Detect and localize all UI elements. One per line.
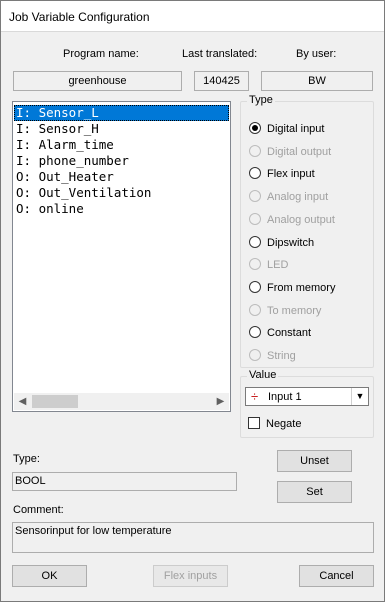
flex-inputs-button: Flex inputs <box>153 565 228 587</box>
type-value-field: BOOL <box>12 472 237 491</box>
type-option-label: Dipswitch <box>267 236 315 249</box>
type-option-from-memory[interactable]: From memory <box>249 280 335 296</box>
type-groupbox: Type Digital input Digital output Flex inp… <box>240 94 374 368</box>
job-variable-configuration-dialog: Job Variable Configuration Program name:… <box>0 0 385 602</box>
type-option-string: String <box>249 348 296 364</box>
unset-button[interactable]: Unset <box>277 450 352 472</box>
negate-checkbox-row[interactable]: Negate <box>248 417 301 431</box>
last-translated-label: Last translated: <box>182 48 258 60</box>
negate-checkbox[interactable] <box>248 417 260 429</box>
negate-label: Negate <box>266 418 302 430</box>
list-item[interactable]: I: Sensor_H <box>14 121 229 137</box>
value-group-label: Value <box>247 369 279 381</box>
radio-button[interactable] <box>249 280 261 293</box>
list-item[interactable]: I: phone_number <box>14 153 229 169</box>
type-label: Type: <box>13 453 40 465</box>
type-option-constant[interactable]: Constant <box>249 325 311 341</box>
type-option-digital-input[interactable]: Digital input <box>249 121 324 137</box>
type-option-to-memory: To memory <box>249 303 321 319</box>
type-option-label: Analog output <box>267 213 335 226</box>
radio-button <box>249 190 261 203</box>
ok-button[interactable]: OK <box>12 565 87 587</box>
variable-listbox[interactable]: I: Sensor_L I: Sensor_H I: Alarm_time I: ph… <box>12 101 231 412</box>
type-group-label: Type <box>247 94 275 106</box>
cancel-button[interactable]: Cancel <box>299 565 374 587</box>
radio-button <box>249 258 261 271</box>
radio-button[interactable] <box>249 167 261 180</box>
type-option-analog-input: Analog input <box>249 189 328 205</box>
by-user-label: By user: <box>296 48 337 60</box>
value-select[interactable]: ÷ Input 1 ▼ <box>245 387 369 406</box>
type-option-label: To memory <box>267 304 322 317</box>
radio-button[interactable] <box>249 326 261 339</box>
list-item[interactable]: I: Sensor_L <box>14 105 229 121</box>
type-option-analog-output: Analog output <box>249 212 335 228</box>
type-option-led: LED <box>249 257 288 273</box>
type-option-label: Analog input <box>267 191 329 204</box>
input-terminal-icon: ÷ <box>251 389 259 404</box>
list-item[interactable]: O: Out_Ventilation <box>14 185 229 201</box>
type-option-dipswitch[interactable]: Dipswitch <box>249 235 314 251</box>
scroll-right-icon[interactable]: ▶ <box>212 393 229 410</box>
type-option-label: Digital input <box>267 123 325 135</box>
list-item[interactable]: I: Alarm_time <box>14 137 229 153</box>
type-option-label: From memory <box>267 281 336 294</box>
comment-field[interactable]: Sensorinput for low temperature <box>12 522 374 553</box>
variable-list: I: Sensor_L I: Sensor_H I: Alarm_time I: ph… <box>14 105 229 217</box>
program-name-label: Program name: <box>63 48 139 60</box>
radio-button <box>249 349 261 361</box>
list-item[interactable]: O: Out_Heater <box>14 169 229 185</box>
by-user-field: BW <box>261 71 373 91</box>
scrollbar-thumb[interactable] <box>32 395 78 408</box>
type-option-label: Digital output <box>267 145 332 158</box>
set-button[interactable]: Set <box>277 481 352 503</box>
type-option-label: LED <box>267 259 289 272</box>
type-option-flex-input[interactable]: Flex input <box>249 166 315 182</box>
title-bar[interactable]: Job Variable Configuration <box>1 1 384 32</box>
window-title: Job Variable Configuration <box>9 10 150 24</box>
type-option-label: Flex input <box>267 168 315 181</box>
list-item[interactable]: O: online <box>14 201 229 217</box>
radio-button[interactable] <box>249 235 261 248</box>
radio-button[interactable] <box>249 122 261 134</box>
radio-button <box>249 303 261 316</box>
horizontal-scrollbar[interactable]: ◀ ▶ <box>14 393 229 410</box>
value-groupbox: Value ÷ Input 1 ▼ Negate <box>240 369 374 438</box>
type-option-label: Constant <box>267 327 312 340</box>
radio-button <box>249 212 261 225</box>
comment-label: Comment: <box>13 504 64 516</box>
last-translated-field: 140425 <box>194 71 249 91</box>
program-name-field: greenhouse <box>13 71 182 91</box>
value-select-text: Input 1 <box>268 391 302 403</box>
chevron-down-icon[interactable]: ▼ <box>351 388 368 405</box>
scroll-left-icon[interactable]: ◀ <box>14 393 31 410</box>
type-option-digital-output: Digital output <box>249 144 331 160</box>
radio-button <box>249 144 261 157</box>
type-option-label: String <box>267 350 296 362</box>
